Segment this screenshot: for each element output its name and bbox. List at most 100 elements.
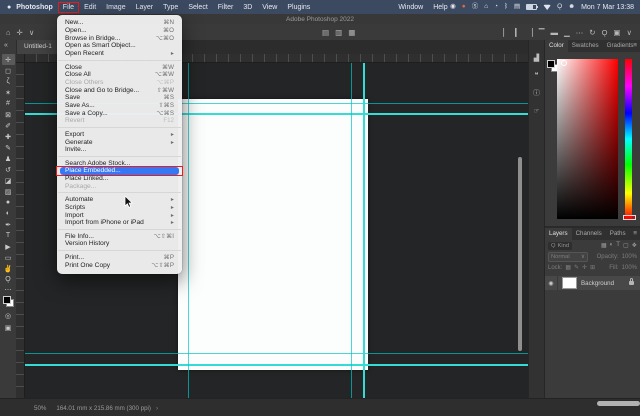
menu-item-invite[interactable]: Invite... bbox=[57, 146, 182, 154]
hue-slider[interactable] bbox=[625, 59, 632, 219]
history-brush-tool[interactable]: ↺ bbox=[2, 164, 15, 175]
menu-item-generate[interactable]: Generate ▸ bbox=[57, 138, 182, 146]
zoom-option-icon[interactable]: Ǫ bbox=[602, 28, 608, 37]
chevron-down-icon[interactable]: ∨ bbox=[627, 28, 633, 37]
menu-file[interactable]: File bbox=[58, 4, 79, 11]
foreground-color-swatch[interactable] bbox=[547, 60, 555, 68]
menubar-clock[interactable]: Mon 7 Mar 13:38 bbox=[581, 4, 634, 11]
menu-item-automate[interactable]: Automate ▸ bbox=[57, 196, 182, 204]
vertical-ruler[interactable] bbox=[16, 62, 25, 398]
brush-tool[interactable]: ✎ bbox=[2, 142, 15, 153]
file-menu-item[interactable] bbox=[58, 229, 181, 230]
lock-transparency-icon[interactable]: ▦ bbox=[565, 264, 571, 271]
zoom-tool[interactable]: Ǫ bbox=[2, 274, 15, 285]
dodge-tool[interactable]: ◐ bbox=[2, 208, 15, 219]
menu-item-import-iphone-ipad[interactable]: Import from iPhone or iPad ▸ bbox=[57, 219, 182, 227]
chevron-down-icon[interactable]: ∨ bbox=[29, 28, 35, 37]
document-tab[interactable]: Untitled-1 bbox=[16, 40, 62, 54]
panel-menu-icon[interactable]: ≡ bbox=[633, 228, 637, 240]
filter-pixel-layers-icon[interactable]: ▦ bbox=[601, 242, 607, 249]
menu-item-print[interactable]: Print... ⌘P bbox=[57, 254, 182, 262]
spotlight-search-icon[interactable]: Ǫ bbox=[557, 0, 562, 14]
align-group-icon[interactable]: ▦ bbox=[348, 28, 355, 37]
layer-visibility-eye-icon[interactable]: ◉ bbox=[545, 276, 558, 290]
menu-3d[interactable]: 3D bbox=[238, 4, 257, 11]
menu-photoshop[interactable]: Photoshop bbox=[11, 4, 58, 11]
tab-color[interactable]: Color bbox=[545, 40, 568, 52]
rotate-view-icon[interactable]: ↻ bbox=[589, 28, 595, 37]
menu-item-open[interactable]: Open... ⌘O bbox=[57, 27, 182, 35]
lock-pixels-icon[interactable]: ✎ bbox=[574, 264, 579, 271]
menu-view[interactable]: View bbox=[257, 4, 282, 11]
menu-type[interactable]: Type bbox=[158, 4, 183, 11]
app-status-icon[interactable]: ● bbox=[462, 0, 466, 14]
align-middle-icon[interactable]: ▬ bbox=[550, 28, 558, 37]
menu-item-close-others[interactable]: Close Others ⌥⌘P bbox=[57, 79, 182, 87]
menu-help[interactable]: Help bbox=[428, 4, 452, 11]
file-menu-item[interactable] bbox=[58, 250, 181, 251]
menu-item-version-history[interactable]: Version History bbox=[57, 240, 182, 248]
file-menu-item[interactable] bbox=[58, 127, 181, 128]
menu-item-open-recent[interactable]: Open Recent ▸ bbox=[57, 50, 182, 58]
filter-type-layers-icon[interactable]: T bbox=[616, 242, 620, 249]
fill-value[interactable]: 100% bbox=[622, 265, 637, 271]
hand-tool[interactable]: ✌ bbox=[2, 263, 15, 274]
menu-item-save-copy[interactable]: Save a Copy... ⌥⌘S bbox=[57, 109, 182, 117]
layer-thumbnail[interactable] bbox=[562, 277, 577, 289]
menu-item-save[interactable]: Save ⌘S bbox=[57, 94, 182, 102]
foreground-color-swatch[interactable] bbox=[3, 296, 11, 304]
move-tool[interactable]: ✛ bbox=[2, 54, 15, 65]
type-tool[interactable]: T bbox=[2, 230, 15, 241]
horizontal-scrollbar[interactable] bbox=[597, 401, 640, 406]
frame-tool[interactable]: ⊠ bbox=[2, 109, 15, 120]
user-switcher-icon[interactable]: ☻ bbox=[568, 0, 575, 14]
layer-name[interactable]: Background bbox=[581, 280, 614, 287]
clone-stamp-tool[interactable]: ♟ bbox=[2, 153, 15, 164]
lock-artboard-icon[interactable]: ⊞ bbox=[590, 264, 595, 271]
menu-item-export[interactable]: Export ▸ bbox=[57, 131, 182, 139]
menu-window[interactable]: Window bbox=[393, 4, 428, 11]
guide[interactable] bbox=[363, 62, 365, 398]
align-bottom-icon[interactable]: ▁ bbox=[564, 28, 570, 37]
filter-adjustment-layers-icon[interactable]: ◐ bbox=[610, 242, 614, 249]
screen-mode-icon[interactable]: ▣ bbox=[613, 28, 620, 37]
canvas-scrollbar[interactable] bbox=[518, 157, 522, 351]
guide[interactable] bbox=[24, 364, 528, 366]
battery-icon[interactable] bbox=[526, 4, 537, 11]
histogram-panel-icon[interactable]: ▟ bbox=[534, 54, 539, 62]
shape-tool[interactable]: ▭ bbox=[2, 252, 15, 263]
zoom-level-field[interactable]: 50% bbox=[34, 405, 46, 412]
tab-layers[interactable]: Layers bbox=[545, 228, 572, 240]
s-app-status-icon[interactable]: Ⓢ bbox=[472, 0, 479, 14]
menu-item-close-all[interactable]: Close All ⌥⌘W bbox=[57, 71, 182, 79]
menu-item-file-info[interactable]: File Info... ⌥⇧⌘I bbox=[57, 232, 182, 240]
menu-item-close-go-bridge[interactable]: Close and Go to Bridge... ⇧⌘W bbox=[57, 86, 182, 94]
marquee-tool[interactable]: ◻ bbox=[2, 65, 15, 76]
tab-channels[interactable]: Channels bbox=[572, 228, 606, 240]
more-options-icon[interactable]: ⋯ bbox=[576, 28, 584, 37]
align-top-icon[interactable]: ▔ bbox=[539, 28, 545, 37]
menu-item-revert[interactable]: Revert F12 bbox=[57, 117, 182, 125]
lock-position-icon[interactable]: ✛ bbox=[582, 264, 587, 271]
notes-panel-icon[interactable]: ❝ bbox=[535, 71, 539, 79]
hue-slider-marker[interactable] bbox=[623, 215, 636, 220]
screen-mode-icon[interactable]: ▣ bbox=[0, 324, 16, 332]
filter-smart-objects-icon[interactable]: ❖ bbox=[632, 242, 637, 249]
crop-tool[interactable]: # bbox=[2, 98, 15, 109]
gradient-tool[interactable]: ▨ bbox=[2, 186, 15, 197]
tab-paths[interactable]: Paths bbox=[606, 228, 630, 240]
menu-item-place-linked[interactable]: Place Linked... bbox=[57, 175, 182, 183]
menu-item-package[interactable]: Package... bbox=[57, 182, 182, 190]
home-status-icon[interactable]: ⌂ bbox=[484, 0, 488, 14]
filter-shape-layers-icon[interactable]: ▢ bbox=[623, 242, 629, 249]
opacity-value[interactable]: 100% bbox=[622, 254, 637, 260]
menu-filter[interactable]: Filter bbox=[213, 4, 239, 11]
path-selection-tool[interactable]: ▶ bbox=[2, 241, 15, 252]
clock-status-icon[interactable]: ◔ bbox=[494, 0, 498, 14]
tab-swatches[interactable]: Swatches bbox=[568, 40, 603, 52]
record-status-icon[interactable]: ◉ bbox=[450, 0, 456, 14]
layer-row-background[interactable]: ◉ Background bbox=[545, 276, 640, 290]
menu-item-scripts[interactable]: Scripts ▸ bbox=[57, 204, 182, 212]
eraser-tool[interactable]: ◪ bbox=[2, 175, 15, 186]
file-menu-item[interactable] bbox=[58, 60, 181, 61]
